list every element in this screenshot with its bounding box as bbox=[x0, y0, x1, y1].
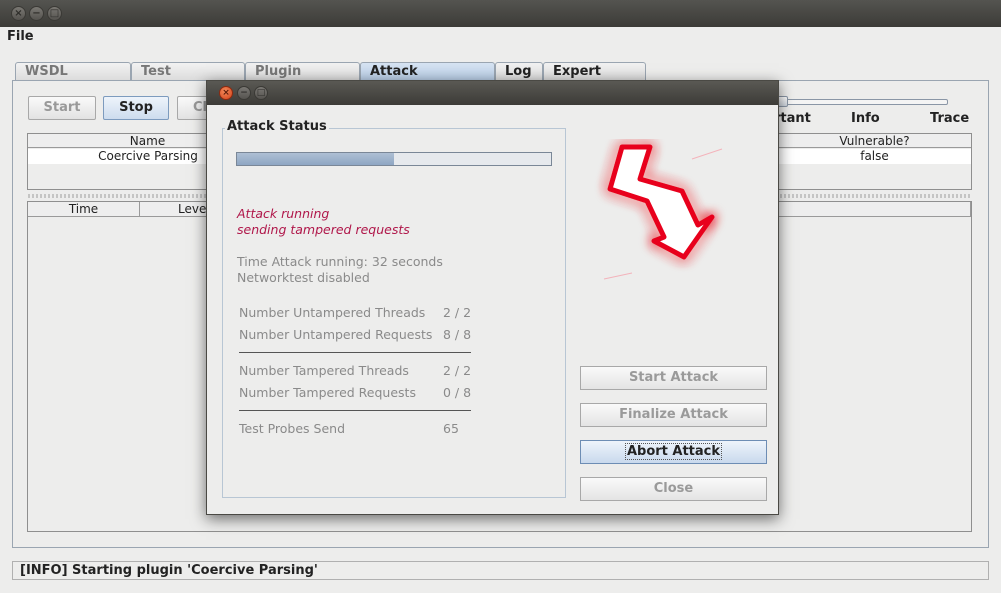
attack-status-title: Attack Status bbox=[225, 119, 329, 134]
untampered-threads-value: 2 / 2 bbox=[443, 305, 472, 320]
menu-file[interactable]: File bbox=[7, 29, 34, 44]
attack-progress-bar bbox=[236, 152, 552, 166]
column-header-time[interactable]: Time bbox=[28, 202, 140, 217]
tab-log[interactable]: Log bbox=[495, 62, 543, 80]
dialog-minimize-icon[interactable]: − bbox=[237, 86, 251, 100]
test-probes-value: 65 bbox=[443, 421, 459, 436]
tab-expert-view[interactable]: Expert View bbox=[543, 62, 646, 96]
untampered-requests-value: 8 / 8 bbox=[443, 327, 472, 342]
close-window-icon[interactable]: × bbox=[11, 6, 26, 21]
dialog-close-icon[interactable]: × bbox=[219, 86, 233, 100]
counter-divider bbox=[239, 352, 471, 353]
log-level-info-label: Info bbox=[851, 111, 880, 126]
window-titlebar: × − □ bbox=[0, 0, 1001, 27]
attack-dialog: × − □ Attack Status Attack running sendi… bbox=[206, 80, 779, 515]
log-level-slider-track[interactable] bbox=[770, 99, 948, 105]
menu-bar: File bbox=[0, 27, 1001, 47]
abort-attack-label: Abort Attack bbox=[624, 443, 723, 460]
log-level-important-label: rtant bbox=[774, 111, 811, 126]
tampered-requests-value: 0 / 8 bbox=[443, 385, 472, 400]
tampered-threads-label: Number Tampered Threads bbox=[239, 363, 409, 378]
tab-wsdl-loader[interactable]: WSDL Loader bbox=[15, 62, 131, 96]
status-bar: [INFO] Starting plugin 'Coercive Parsing… bbox=[12, 561, 989, 580]
untampered-requests-label: Number Untampered Requests bbox=[239, 327, 433, 342]
finalize-attack-button[interactable]: Finalize Attack bbox=[580, 403, 767, 427]
tab-attack-overview[interactable]: Attack Overview bbox=[360, 62, 495, 96]
tampered-threads-value: 2 / 2 bbox=[443, 363, 472, 378]
lightning-bolt-icon bbox=[603, 144, 723, 280]
start-attack-button[interactable]: Start Attack bbox=[580, 366, 767, 390]
table-row-vulnerable-cell[interactable]: false bbox=[778, 149, 971, 164]
sending-requests-message: sending tampered requests bbox=[237, 222, 410, 237]
log-level-trace-label: Trace bbox=[930, 111, 970, 126]
attack-running-message: Attack running bbox=[237, 206, 330, 221]
minimize-window-icon[interactable]: − bbox=[29, 6, 44, 21]
attack-progress-fill bbox=[237, 153, 394, 165]
untampered-threads-label: Number Untampered Threads bbox=[239, 305, 426, 320]
dialog-maximize-icon[interactable]: □ bbox=[254, 86, 268, 100]
maximize-window-icon[interactable]: □ bbox=[47, 6, 62, 21]
dialog-titlebar: × − □ bbox=[207, 81, 778, 105]
stop-button[interactable]: Stop bbox=[103, 96, 169, 120]
test-probes-label: Test Probes Send bbox=[239, 421, 346, 436]
tab-test-request[interactable]: Test Request bbox=[131, 62, 245, 96]
time-running-text: Time Attack running: 32 seconds bbox=[237, 254, 443, 269]
tampered-requests-label: Number Tampered Requests bbox=[239, 385, 416, 400]
counter-divider bbox=[239, 410, 471, 411]
abort-attack-button[interactable]: Abort Attack bbox=[580, 440, 767, 464]
start-button[interactable]: Start bbox=[28, 96, 96, 120]
tab-plugin-config[interactable]: Plugin Config bbox=[245, 62, 360, 96]
network-test-text: Networktest disabled bbox=[237, 270, 370, 285]
column-header-vulnerable[interactable]: Vulnerable? bbox=[778, 134, 971, 148]
close-button[interactable]: Close bbox=[580, 477, 767, 501]
